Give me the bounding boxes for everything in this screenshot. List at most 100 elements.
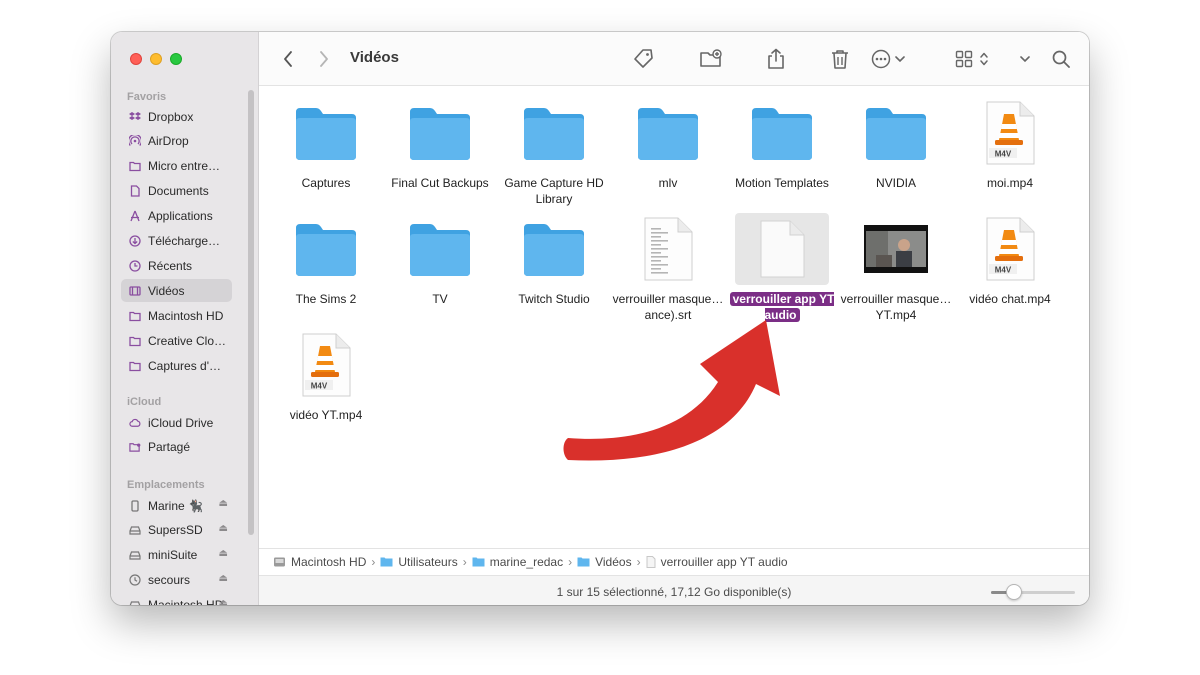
sidebar-item-label: AirDrop [148, 134, 189, 149]
sidebar-item[interactable]: Dropbox [121, 105, 232, 128]
tags-button[interactable] [631, 47, 655, 71]
group-options-button[interactable] [1017, 47, 1033, 71]
sidebar-item-label: Micro entre… [148, 159, 221, 174]
folder-item[interactable]: NVIDIA [839, 97, 953, 191]
search-button[interactable] [1049, 47, 1073, 71]
sidebar-item-label: Captures d'… [148, 358, 221, 373]
file-name-text: Final Cut Backups [391, 176, 489, 190]
sidebar-item[interactable]: Macintosh HD [121, 304, 232, 327]
file-name: NVIDIA [839, 175, 953, 191]
path-segment[interactable]: verrouiller app YT audio [646, 555, 788, 569]
status-text: 1 sur 15 sélectionné, 17,12 Go disponibl… [556, 585, 792, 599]
path-segment[interactable]: Utilisateurs [380, 555, 458, 569]
back-button[interactable] [279, 47, 297, 71]
sidebar-item-label: Documents [148, 184, 209, 199]
blank-file-icon [735, 213, 829, 285]
sidebar-item[interactable]: Marine 🐈‍⬛ ⏏ [121, 494, 232, 517]
folder-item[interactable]: The Sims 2 [269, 213, 383, 307]
folder-item[interactable]: Final Cut Backups [383, 97, 497, 191]
folder-item[interactable]: mlv [611, 97, 725, 191]
file-item[interactable]: verrouiller masque…YT.mp4 [839, 213, 953, 323]
file-name: Game Capture HD Library [497, 175, 611, 207]
sidebar-item-label: Macintosh HD [148, 308, 224, 323]
sidebar-item[interactable]: Documents [121, 180, 232, 203]
time-machine-icon [129, 574, 141, 586]
vlc-file-icon: M4V [953, 213, 1067, 285]
path-segment-label: Vidéos [595, 554, 632, 569]
eject-icon[interactable]: ⏏ [219, 573, 228, 584]
folder-item[interactable]: Motion Templates [725, 97, 839, 191]
folder-icon [497, 97, 611, 169]
eject-icon[interactable]: ⏏ [219, 548, 228, 559]
eject-icon[interactable]: ⏏ [219, 523, 228, 534]
sidebar-item[interactable]: AirDrop [121, 130, 232, 153]
folder-icon [497, 213, 611, 285]
folder-icon [269, 213, 383, 285]
file-name: mlv [611, 175, 725, 191]
sidebar-item[interactable]: Récents [121, 254, 232, 277]
sidebar-item[interactable]: Micro entre… [121, 155, 232, 178]
path-segment-label: verrouiller app YT audio [660, 554, 788, 569]
file-item[interactable]: M4V moi.mp4 [953, 97, 1067, 191]
folder-item[interactable]: Game Capture HD Library [497, 97, 611, 207]
file-item[interactable]: verrouiller masque…ance).srt [611, 213, 725, 323]
dropbox-icon [129, 111, 141, 123]
file-name: verrouiller masque…YT.mp4 [839, 291, 953, 323]
sidebar-item[interactable]: Creative Clo… [121, 329, 232, 352]
sidebar-item[interactable]: secours ⏏ [121, 569, 232, 592]
trash-button[interactable] [829, 47, 851, 71]
file-name-text: vidéo chat.mp4 [969, 292, 1051, 306]
sidebar-item-label: Vidéos [148, 283, 185, 298]
path-segment[interactable]: Vidéos [577, 554, 632, 569]
zoom-window-button[interactable] [170, 53, 182, 65]
sidebar-item-label: Partagé [148, 440, 191, 455]
more-actions-button[interactable] [868, 47, 908, 71]
file-name: Motion Templates [725, 175, 839, 191]
eject-icon[interactable]: ⏏ [219, 498, 228, 509]
path-segment[interactable]: Macintosh HD [273, 555, 366, 569]
file-name: Captures [269, 175, 383, 191]
folder-add-icon [700, 49, 722, 67]
folder-item[interactable]: Twitch Studio [497, 213, 611, 307]
sidebar-item[interactable]: miniSuite ⏏ [121, 544, 232, 567]
folder-icon [129, 360, 141, 372]
path-segment[interactable]: marine_redac [472, 555, 563, 569]
video-thumbnail-icon [839, 213, 953, 285]
sidebar-item[interactable]: Captures d'… [121, 354, 232, 377]
path-segment-label: Macintosh HD [291, 554, 367, 569]
icon-size-slider[interactable] [991, 584, 1075, 600]
svg-text:M4V: M4V [995, 150, 1012, 159]
sidebar-heading-locations: Emplacements [127, 479, 205, 491]
file-name: vidéo chat.mp4 [953, 291, 1067, 307]
view-mode-button[interactable] [952, 47, 992, 71]
sidebar-item[interactable]: Applications [121, 205, 232, 228]
sidebar-item[interactable]: iCloud Drive [121, 411, 232, 434]
file-item[interactable]: M4V vidéo YT.mp4 [269, 329, 383, 423]
minimize-window-button[interactable] [150, 53, 162, 65]
file-name-text: mlv [658, 176, 678, 190]
folder-icon [129, 335, 141, 347]
share-button[interactable] [765, 47, 787, 71]
folder-item[interactable]: Captures [269, 97, 383, 191]
sidebar-item[interactable]: SupersSD ⏏ [121, 519, 232, 542]
eject-icon[interactable]: ⏏ [219, 598, 228, 605]
sidebar-item[interactable]: Vidéos [121, 279, 232, 303]
folder-icon [839, 97, 953, 169]
file-item[interactable]: verrouiller app YT audio [725, 213, 839, 323]
sidebar-item[interactable]: Télécharge… [121, 230, 232, 253]
forward-button[interactable] [315, 47, 333, 71]
sidebar-item[interactable]: Partagé [121, 436, 232, 459]
sidebar-heading-icloud: iCloud [127, 396, 162, 408]
sidebar-item[interactable]: Macintosh HD⏏ [121, 594, 232, 605]
sidebar-scrollbar[interactable] [248, 90, 254, 535]
phone-icon [129, 499, 141, 512]
close-window-button[interactable] [130, 53, 142, 65]
path-bar: Macintosh HD › Utilisateurs › marine_redac › V… [259, 548, 1089, 574]
file-name: moi.mp4 [953, 175, 1067, 191]
icon-size-slider-knob[interactable] [1005, 584, 1022, 600]
folder-icon [577, 556, 590, 567]
file-item[interactable]: M4V vidéo chat.mp4 [953, 213, 1067, 307]
file-name: Twitch Studio [497, 291, 611, 307]
new-folder-button[interactable] [698, 47, 724, 71]
folder-item[interactable]: TV [383, 213, 497, 307]
